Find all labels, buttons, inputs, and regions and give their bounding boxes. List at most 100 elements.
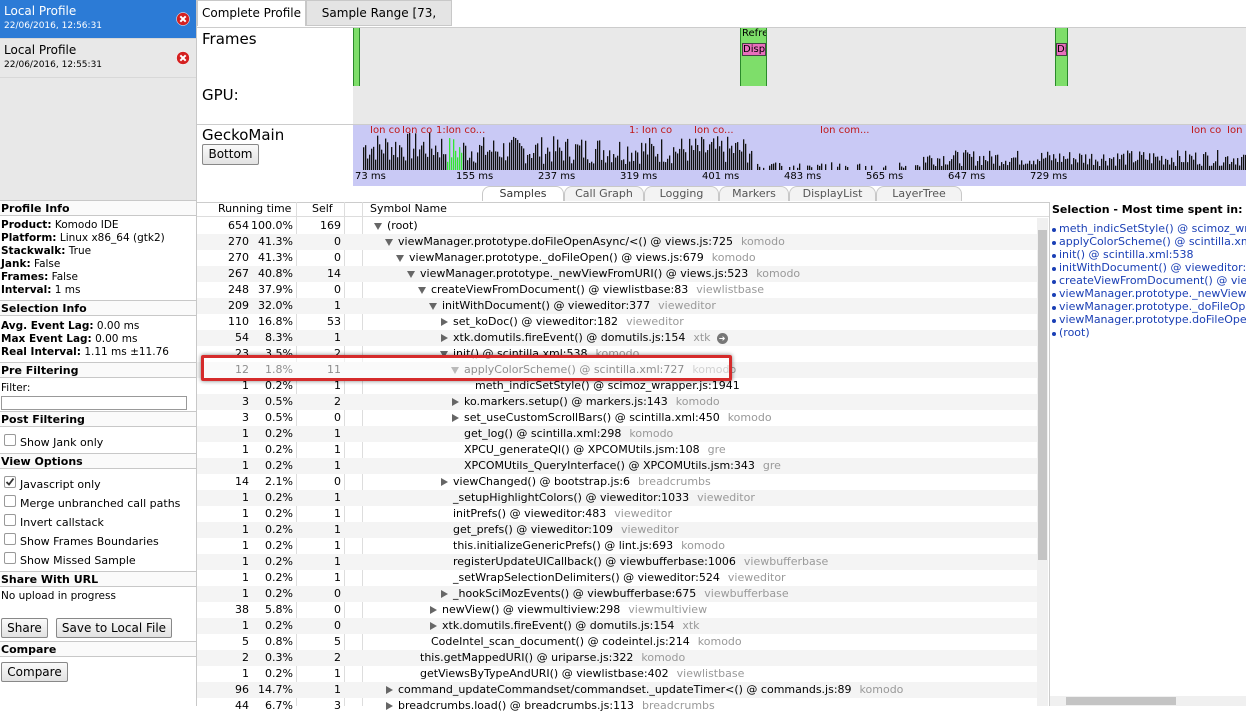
tab-complete-profile[interactable]: Complete Profile <box>197 0 306 26</box>
expanded-triangle-icon[interactable] <box>429 302 437 310</box>
focus-arrow-icon[interactable]: ➜ <box>716 332 728 344</box>
table-row[interactable]: 44 6.7% 3 breadcrumbs.load() @ breadcrumbs.… <box>197 698 1037 714</box>
symbol-name: initWithDocument() @ vieweditor:377 <box>442 299 651 312</box>
table-row[interactable]: 270 41.3% 0 viewManager.prototype._doFileOp… <box>197 250 1037 266</box>
merge-unbranched-checkbox[interactable] <box>4 495 16 507</box>
collapsed-triangle-icon[interactable] <box>452 398 459 406</box>
table-row[interactable]: 1 0.2% 1 _setupHighlightColors() @ viewedit… <box>197 490 1037 506</box>
selection-item[interactable]: meth_indicSetStyle() @ scimoz_wrapper.js… <box>1052 222 1246 235</box>
table-row[interactable]: 5 0.8% 5 CodeIntel_scan_document() @ codein… <box>197 634 1037 650</box>
table-row[interactable]: 209 32.0% 1 initWithDocument() @ vieweditor… <box>197 298 1037 314</box>
expanded-triangle-icon[interactable] <box>418 286 426 294</box>
self-count: 0 <box>334 235 341 248</box>
frames-graph[interactable]: Refre Disp Disp <box>353 28 1246 124</box>
tab-samples[interactable]: Samples <box>482 186 564 201</box>
profile-item-1[interactable]: Local Profile 22/06/2016, 12:55:31 <box>0 39 196 78</box>
frame-block[interactable] <box>353 28 360 86</box>
table-row[interactable]: 1 0.2% 1 get_log() @ scintilla.xml:298 komod… <box>197 426 1037 442</box>
table-row[interactable]: 3 0.5% 0 set_useCustomScrollBars() @ scinti… <box>197 410 1037 426</box>
table-row[interactable]: 2 0.3% 2 this.getMappedURI() @ uriparse.js:… <box>197 650 1037 666</box>
table-row[interactable]: 654 100.0% 169 (root) <box>197 218 1037 234</box>
symbol-header[interactable]: Symbol Name <box>370 202 447 216</box>
table-row[interactable]: 110 16.8% 53 set_koDoc() @ vieweditor:182 vi… <box>197 314 1037 330</box>
table-row[interactable]: 1 0.2% 1 XPCOMUtils_QueryInterface() @ XPCO… <box>197 458 1037 474</box>
selection-item[interactable]: (root) <box>1052 326 1090 339</box>
tree-scroll-thumb[interactable] <box>1038 230 1047 560</box>
collapsed-triangle-icon[interactable] <box>441 334 448 342</box>
frame-block[interactable]: Disp <box>1055 28 1068 86</box>
table-row[interactable]: 270 41.3% 0 viewManager.prototype.doFileOpe… <box>197 234 1037 250</box>
post-filtering-heading: Post Filtering <box>0 411 196 427</box>
close-icon[interactable] <box>176 12 190 26</box>
expanded-triangle-icon[interactable] <box>374 222 382 230</box>
selection-item[interactable]: init() @ scintilla.xml:538 <box>1052 248 1193 261</box>
table-row[interactable]: 248 37.9% 0 createViewFromDocument() @ view… <box>197 282 1037 298</box>
collapsed-triangle-icon[interactable] <box>430 622 437 630</box>
close-icon[interactable] <box>176 51 190 65</box>
gecko-label: GeckoMain <box>202 126 285 144</box>
running-ms: 1 <box>242 587 249 600</box>
tab-markers[interactable]: Markers <box>719 186 789 201</box>
table-row[interactable]: 14 2.1% 0 viewChanged() @ bootstrap.js:6 bre… <box>197 474 1037 490</box>
filter-input[interactable] <box>1 396 187 410</box>
javascript-only-checkbox[interactable] <box>4 476 16 488</box>
selection-item[interactable]: viewManager.prototype._newViewFromURI() … <box>1052 287 1246 300</box>
selection-item[interactable]: createViewFromDocument() @ viewlistbase:… <box>1052 274 1246 287</box>
selection-item[interactable]: viewManager.prototype._doFileOpen() @ vi… <box>1052 300 1246 313</box>
frame-label: Disp <box>1056 43 1067 56</box>
table-row[interactable]: 1 0.2% 1 registerUpdateUICallback() @ viewb… <box>197 554 1037 570</box>
selection-item[interactable]: initWithDocument() @ vieweditor:377 <box>1052 261 1246 274</box>
collapsed-triangle-icon[interactable] <box>430 606 437 614</box>
collapsed-triangle-icon[interactable] <box>441 318 448 326</box>
share-heading: Share With URL <box>0 571 196 587</box>
save-local-button[interactable]: Save to Local File <box>56 618 172 638</box>
invert-callstack-checkbox[interactable] <box>4 514 16 526</box>
table-row[interactable]: 1 0.2% 1 XPCU_generateQI() @ XPCOMUtils.jsm… <box>197 442 1037 458</box>
table-row[interactable]: 3 0.5% 2 ko.markers.setup() @ markers.js:14… <box>197 394 1037 410</box>
table-row[interactable]: 1 0.2% 1 _setWrapSelectionDelimiters() @ vi… <box>197 570 1037 586</box>
profile-item-0[interactable]: Local Profile 22/06/2016, 12:56:31 <box>0 0 196 39</box>
missed-sample-checkbox[interactable] <box>4 552 16 564</box>
running-time-header[interactable]: Running time <box>218 202 291 216</box>
table-row[interactable]: 1 0.2% 1 get_prefs() @ vieweditor:109 viewed… <box>197 522 1037 538</box>
symbol-cell: viewChanged() @ bootstrap.js:6 breadcrumb… <box>440 474 711 490</box>
tab-displaylist[interactable]: DisplayList <box>789 186 876 201</box>
table-row[interactable]: 1 0.2% 1 initPrefs() @ vieweditor:483 viewed… <box>197 506 1037 522</box>
expanded-triangle-icon[interactable] <box>385 238 393 246</box>
bottom-button[interactable]: Bottom <box>202 144 259 165</box>
collapsed-triangle-icon[interactable] <box>441 478 448 486</box>
symbol-name: registerUpdateUICallback() @ viewbufferb… <box>453 555 736 568</box>
jank-only-checkbox[interactable] <box>4 434 16 446</box>
compare-button[interactable]: Compare <box>1 662 68 682</box>
expanded-triangle-icon[interactable] <box>396 254 404 262</box>
collapsed-triangle-icon[interactable] <box>386 702 393 710</box>
share-button[interactable]: Share <box>1 618 48 638</box>
collapsed-triangle-icon[interactable] <box>386 686 393 694</box>
table-row[interactable]: 96 14.7% 1 command_updateCommandset/command… <box>197 682 1037 698</box>
symbol-cell: get_prefs() @ vieweditor:109 vieweditor <box>453 522 679 538</box>
tab-call-graph[interactable]: Call Graph <box>564 186 644 201</box>
time-tick: 237 ms <box>538 171 576 182</box>
tab-sample-range[interactable]: Sample Range [73, 800] <box>306 0 452 44</box>
gecko-graph[interactable]: Ion co Ion co 1:Ion co... 1: Ion co Ion … <box>353 125 1246 186</box>
tab-layertree[interactable]: LayerTree <box>876 186 962 201</box>
table-row[interactable]: 1 0.2% 0 _hookSciMozEvents() @ viewbufferba… <box>197 586 1037 602</box>
selection-item[interactable]: viewManager.prototype.doFileOpenAsync/<(… <box>1052 313 1246 326</box>
table-row[interactable]: 1 0.2% 1 getViewsByTypeAndURI() @ viewlistb… <box>197 666 1037 682</box>
selection-item[interactable]: applyColorScheme() @ scintilla.xml:727 <box>1052 235 1246 248</box>
table-row[interactable]: 38 5.8% 0 newView() @ viewmultiview:298 view… <box>197 602 1037 618</box>
expanded-triangle-icon[interactable] <box>407 270 415 278</box>
frames-boundaries-checkbox[interactable] <box>4 533 16 545</box>
collapsed-triangle-icon[interactable] <box>441 590 448 598</box>
self-header[interactable]: Self <box>312 202 333 216</box>
self-count: 1 <box>334 683 341 696</box>
table-row[interactable]: 267 40.8% 14 viewManager.prototype._newView… <box>197 266 1037 282</box>
selection-hscroll-thumb[interactable] <box>1066 697 1176 705</box>
table-row[interactable]: 1 0.2% 1 this.initializeGenericPrefs() @ li… <box>197 538 1037 554</box>
collapsed-triangle-icon[interactable] <box>452 414 459 422</box>
table-row[interactable]: 1 0.2% 0 xtk.domutils.fireEvent() @ domutil… <box>197 618 1037 634</box>
symbol-name: _hookSciMozEvents() @ viewbufferbase:675 <box>453 587 697 600</box>
tab-logging[interactable]: Logging <box>644 186 719 201</box>
frame-block[interactable]: Refre Disp <box>740 28 767 86</box>
table-row[interactable]: 54 8.3% 1 xtk.domutils.fireEvent() @ domuti… <box>197 330 1037 346</box>
